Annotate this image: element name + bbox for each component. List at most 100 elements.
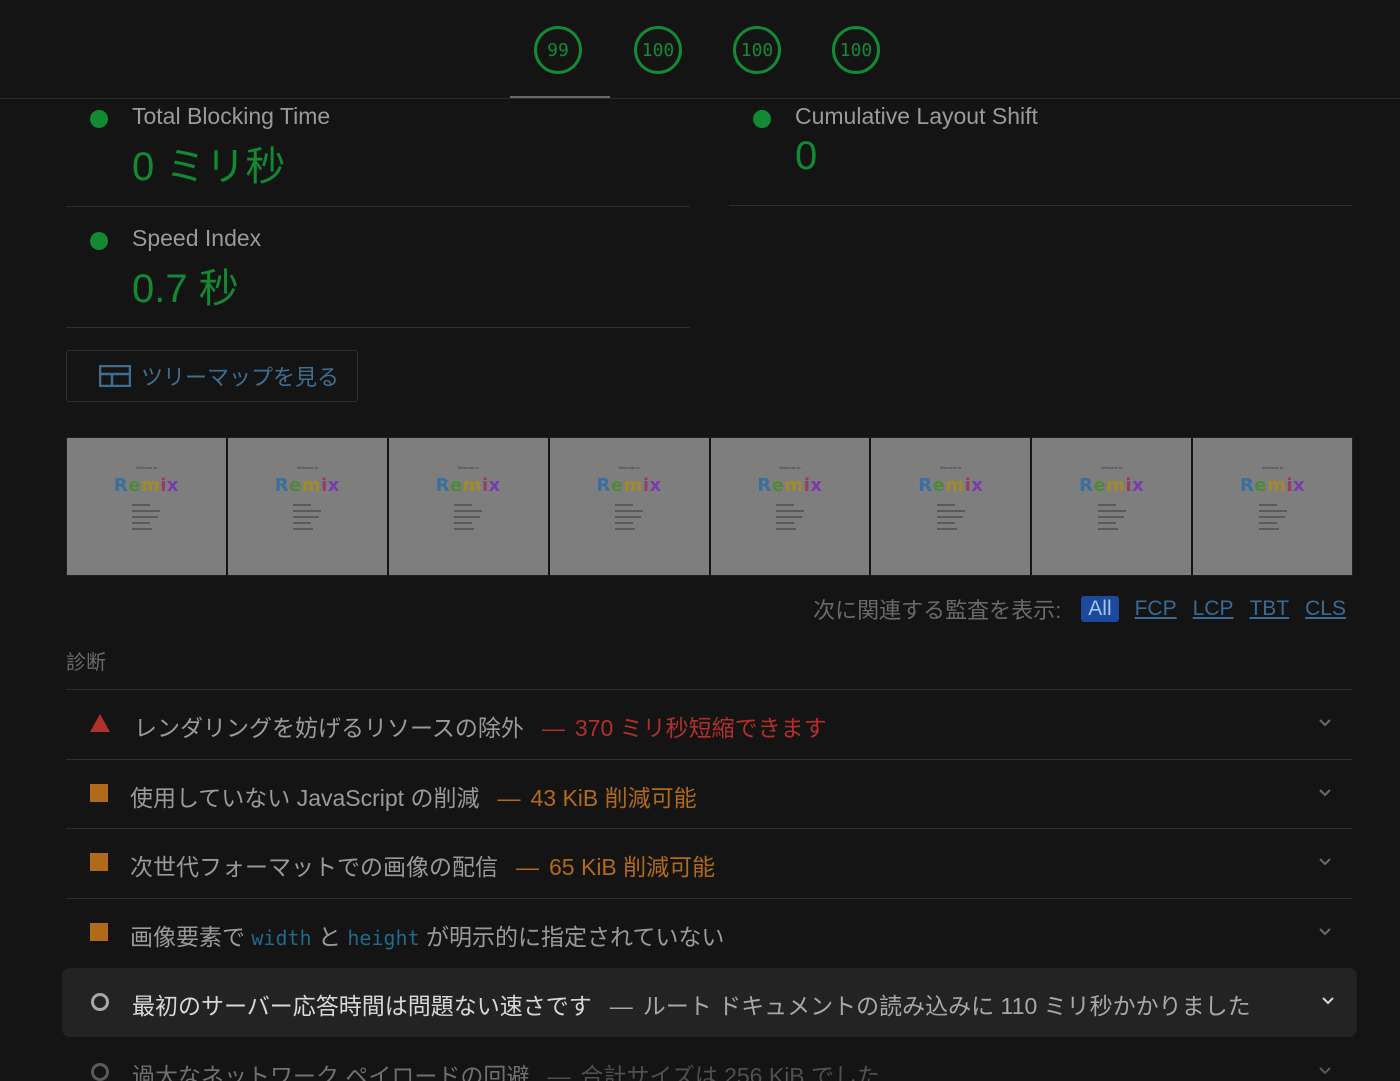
audit-modern-image-formats[interactable]: 次世代フォーマットでの画像の配信 — 65 KiB 削減可能 <box>66 828 1352 897</box>
audit-display-value: 合計サイズは 256 KiB でした <box>580 1063 881 1081</box>
metric-value: 0.7 秒 <box>132 267 239 311</box>
audit-render-blocking-resources[interactable]: レンダリングを妨げるリソースの除外 — 370 ミリ秒短縮できます <box>66 689 1352 758</box>
filter-chip-cls[interactable]: CLS <box>1305 597 1346 621</box>
frame-welcome-text: Welcome to <box>618 465 640 470</box>
chevron-down-icon <box>1319 858 1331 866</box>
audit-title-text: 使用していない JavaScript の削減 <box>130 785 480 811</box>
chevron-down-icon <box>1319 719 1331 727</box>
code-height: height <box>347 926 420 950</box>
audit-unused-javascript[interactable]: 使用していない JavaScript の削減 — 43 KiB 削減可能 <box>66 759 1352 828</box>
audit-title: 画像要素で width と height が明示的に指定されていない <box>130 918 724 952</box>
divider <box>729 205 1352 206</box>
audit-title-text: 最初のサーバー応答時間は問題ない速さです <box>132 993 592 1019</box>
audit-title: レンダリングを妨げるリソースの除外 — 370 ミリ秒短縮できます <box>134 709 827 743</box>
view-treemap-button[interactable]: ツリーマップを見る <box>66 350 358 402</box>
active-gauge-indicator <box>510 96 610 98</box>
filmstrip-frame: Welcome to Remix <box>1032 438 1194 575</box>
frame-welcome-text: Welcome to <box>779 465 801 470</box>
audit-title: 過大なネットワーク ペイロードの回避 — 合計サイズは 256 KiB でした <box>132 1057 880 1081</box>
audit-title-text: が明示的に指定されていない <box>426 924 725 950</box>
audit-display-value: ルート ドキュメントの読み込みに 110 ミリ秒かかりました <box>642 993 1251 1019</box>
average-square-icon <box>90 923 108 941</box>
audit-display-value: 65 KiB 削減可能 <box>549 854 716 880</box>
audit-title-text: 過大なネットワーク ペイロードの回避 <box>132 1063 530 1081</box>
audit-title-text: と <box>318 924 341 950</box>
diagnostics-heading: 診断 <box>66 652 106 674</box>
frame-welcome-text: Welcome to <box>296 465 318 470</box>
audit-title-text: 画像要素で <box>130 924 245 950</box>
frame-content-lines <box>775 504 804 530</box>
remix-logo: Remix <box>596 475 662 496</box>
audit-title-text: 次世代フォーマットでの画像の配信 <box>130 854 498 880</box>
metric-value: 0 ミリ秒 <box>132 145 286 189</box>
remix-logo: Remix <box>435 475 501 496</box>
filter-label: 次に関連する監査を表示: <box>813 598 1062 623</box>
audit-total-byte-weight[interactable]: 過大なネットワーク ペイロードの回避 — 合計サイズは 256 KiB でした <box>66 1038 1352 1081</box>
separator: — <box>516 854 539 880</box>
audit-server-response-time[interactable]: 最初のサーバー応答時間は問題ない速さです — ルート ドキュメントの読み込みに 11… <box>62 968 1357 1037</box>
frame-content-lines <box>936 504 965 530</box>
treemap-icon <box>99 365 131 387</box>
audit-unsized-images[interactable]: 画像要素で width と height が明示的に指定されていない <box>66 898 1352 967</box>
chevron-down-icon <box>1319 928 1331 936</box>
divider <box>66 206 690 207</box>
frame-content-lines <box>1097 504 1126 530</box>
filmstrip-frame: Welcome to Remix <box>1193 438 1352 575</box>
gauge-seo[interactable]: 100 <box>832 26 880 74</box>
frame-content-lines <box>615 504 644 530</box>
informative-circle-icon <box>91 993 109 1011</box>
chevron-down-icon <box>1322 997 1334 1005</box>
frame-content-lines <box>454 504 483 530</box>
filmstrip-frame: Welcome to Remix <box>710 438 872 575</box>
frame-welcome-text: Welcome to <box>1262 465 1284 470</box>
filmstrip-frame: Welcome to Remix <box>388 438 550 575</box>
metric-label: Cumulative Layout Shift <box>795 103 1038 129</box>
gauge-performance[interactable]: 99 <box>534 26 582 74</box>
audit-filter: 次に関連する監査を表示: All FCP LCP TBT CLS <box>813 594 1346 624</box>
gauge-best-practices[interactable]: 100 <box>733 26 781 74</box>
pass-indicator-icon <box>90 110 108 128</box>
audit-title-text: レンダリングを妨げるリソースの除外 <box>134 715 524 741</box>
average-square-icon <box>90 784 108 802</box>
filter-chip-tbt[interactable]: TBT <box>1249 597 1289 621</box>
remix-logo: Remix <box>274 475 340 496</box>
frame-welcome-text: Welcome to <box>135 465 157 470</box>
filter-chip-all[interactable]: All <box>1081 596 1119 622</box>
remix-logo: Remix <box>757 475 823 496</box>
separator: — <box>541 715 565 741</box>
code-width: width <box>251 926 312 950</box>
screenshot-filmstrip: Welcome to Remix Welcome to Remix Welcome to… <box>66 437 1353 576</box>
metric-value: 0 <box>795 134 818 178</box>
divider <box>66 327 690 328</box>
audit-title: 最初のサーバー応答時間は問題ない速さです — ルート ドキュメントの読み込みに 11… <box>132 987 1251 1021</box>
metric-cumulative-layout-shift: Cumulative Layout Shift 0 <box>729 100 1352 206</box>
fail-triangle-icon <box>90 714 110 732</box>
frame-content-lines <box>293 504 322 530</box>
metric-label: Speed Index <box>132 225 262 251</box>
filter-chip-fcp[interactable]: FCP <box>1135 597 1177 621</box>
filmstrip-frame: Welcome to Remix <box>549 438 711 575</box>
gauge-accessibility[interactable]: 100 <box>634 26 682 74</box>
metric-label: Total Blocking Time <box>132 103 331 129</box>
chevron-down-icon <box>1319 789 1331 797</box>
audit-title: 次世代フォーマットでの画像の配信 — 65 KiB 削減可能 <box>130 848 715 882</box>
filter-chip-lcp[interactable]: LCP <box>1193 597 1234 621</box>
score-gauge-bar: 99 100 100 100 <box>0 0 1400 99</box>
remix-logo: Remix <box>113 475 180 496</box>
lighthouse-report: 99 100 100 100 Total Blocking Time 0 ミリ秒… <box>0 0 1400 1081</box>
metric-speed-index: Speed Index 0.7 秒 <box>66 222 690 328</box>
metric-total-blocking-time: Total Blocking Time 0 ミリ秒 <box>66 100 690 207</box>
frame-welcome-text: Welcome to <box>457 465 479 470</box>
average-square-icon <box>90 853 108 871</box>
view-treemap-label: ツリーマップを見る <box>141 365 340 390</box>
pass-indicator-icon <box>90 232 108 250</box>
informative-circle-icon <box>91 1063 109 1081</box>
filmstrip-frame: Welcome to Remix <box>227 438 389 575</box>
remix-logo: Remix <box>1079 475 1145 496</box>
filmstrip-frame: Welcome to Remix <box>871 438 1033 575</box>
frame-content-lines <box>1258 504 1287 530</box>
audit-title: 使用していない JavaScript の削減 — 43 KiB 削減可能 <box>130 779 697 813</box>
chevron-down-icon <box>1319 1067 1331 1075</box>
remix-logo: Remix <box>1239 475 1306 496</box>
frame-welcome-text: Welcome to <box>1101 465 1123 470</box>
